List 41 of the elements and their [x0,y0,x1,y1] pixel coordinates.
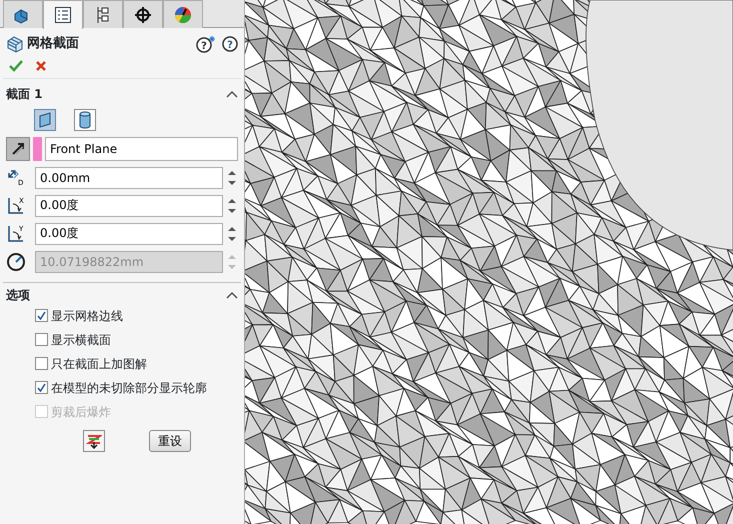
number-field[interactable]: 0.00度 [35,194,223,216]
checkbox[interactable] [35,333,48,346]
gauge-icon [6,252,26,272]
help-icon[interactable]: ? [222,36,238,52]
ok-check-icon[interactable] [9,60,23,72]
option-label: 在模型的未切除部分显示轮廓 [51,380,207,396]
mesh-part-icon [6,35,24,54]
color-ball-icon [174,6,192,24]
number-field[interactable]: 0.00度 [35,222,223,244]
plane-icon [39,112,51,128]
cylinder-button[interactable] [74,108,96,130]
section-title: 截面 1 [6,86,43,102]
plane-reference-field[interactable]: Front Plane [45,136,238,160]
number-field[interactable]: 0.00mm [35,166,223,188]
option-label: 显示横截面 [51,332,111,348]
option-label: 只在截面上加图解 [51,356,147,372]
reverse-direction-button[interactable] [6,136,30,160]
checkbox[interactable] [35,381,48,394]
panel-title: 网格截面 [27,35,80,53]
option-label: 显示网格边线 [51,308,123,324]
reset-button[interactable]: 重设 [149,430,191,452]
crosshair-icon [134,6,152,24]
section-slice-button[interactable] [83,430,105,452]
checkbox[interactable] [35,357,48,370]
section-title: 选项 [6,286,30,304]
list-tab[interactable] [43,0,83,29]
checkbox[interactable] [35,309,48,322]
color-ball-tab[interactable] [163,0,203,28]
cylinder-icon [79,110,91,128]
collapse-caret-icon[interactable] [226,90,238,98]
option-label: 剪裁后爆炸 [51,404,111,420]
collapse-caret-icon[interactable] [226,291,238,300]
cancel-x-icon[interactable] [35,60,47,72]
tree-icon [95,6,111,24]
arrow-icon [10,140,26,156]
part-tab[interactable] [3,0,43,28]
slice-stack-icon [86,432,102,448]
crosshair-tab[interactable] [123,0,163,28]
plane-button[interactable] [34,108,56,130]
list-icon [54,6,72,24]
tree-tab[interactable] [83,0,123,28]
